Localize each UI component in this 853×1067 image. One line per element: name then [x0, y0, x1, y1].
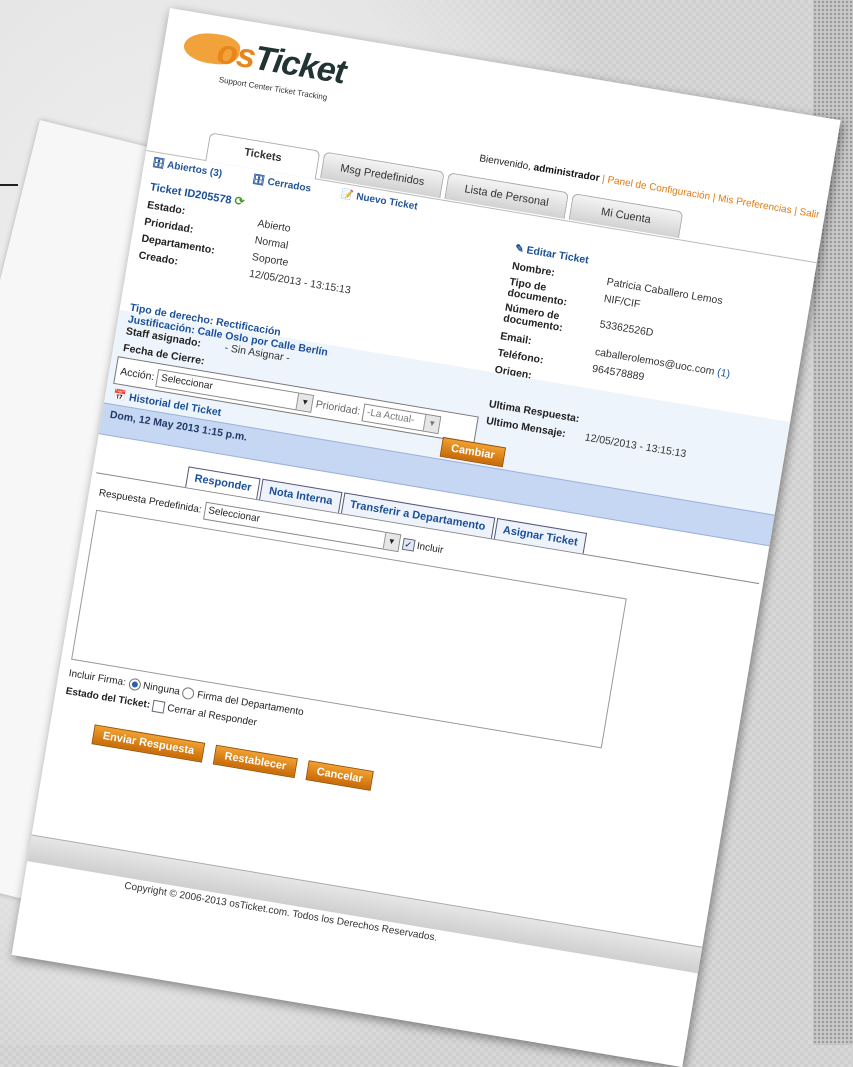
- accion-label: Acción:: [119, 365, 156, 384]
- send-reply-button[interactable]: Enviar Respuesta: [91, 724, 206, 763]
- chevron-down-icon: ▼: [422, 414, 441, 434]
- email-count-link[interactable]: (1): [716, 366, 731, 380]
- incluir-label: Incluir: [415, 540, 445, 557]
- estado-label: Estado:: [146, 199, 187, 218]
- reply-panel: ResponderNota InternaTransferir a Depart…: [40, 466, 760, 920]
- estado-value: Abierto: [256, 217, 292, 235]
- firma-none-label: Ninguna: [142, 680, 181, 698]
- refresh-icon[interactable]: ⟳: [233, 193, 245, 208]
- welcome-user: administrador: [532, 162, 601, 185]
- reply-buttons: Enviar Respuesta Restablecer Cancelar: [91, 724, 382, 792]
- firma-none-radio[interactable]: [127, 677, 142, 692]
- edge-mark: [0, 184, 18, 186]
- incluir-checkbox[interactable]: ✓: [401, 537, 416, 552]
- logo[interactable]: osTicket Support Center Ticket Tracking: [176, 23, 365, 122]
- cancel-button[interactable]: Cancelar: [305, 760, 375, 791]
- welcome-prefix: Bienvenido,: [478, 153, 535, 174]
- tab-nota-interna[interactable]: Nota Interna: [259, 478, 343, 513]
- firma-label: Incluir Firma:: [67, 668, 127, 689]
- prioridad-action-label: Prioridad:: [314, 398, 362, 418]
- chevron-down-icon: ▼: [382, 532, 400, 551]
- cerrar-checkbox[interactable]: [151, 699, 166, 714]
- chevron-down-icon: ▼: [295, 393, 314, 412]
- reset-button[interactable]: Restablecer: [213, 744, 298, 779]
- predef-label: Respuesta Predefinida:: [98, 487, 203, 516]
- firma-dept-radio[interactable]: [181, 686, 196, 701]
- tab-asignar[interactable]: Asignar Ticket: [493, 517, 588, 554]
- tab-responder[interactable]: Responder: [185, 466, 262, 500]
